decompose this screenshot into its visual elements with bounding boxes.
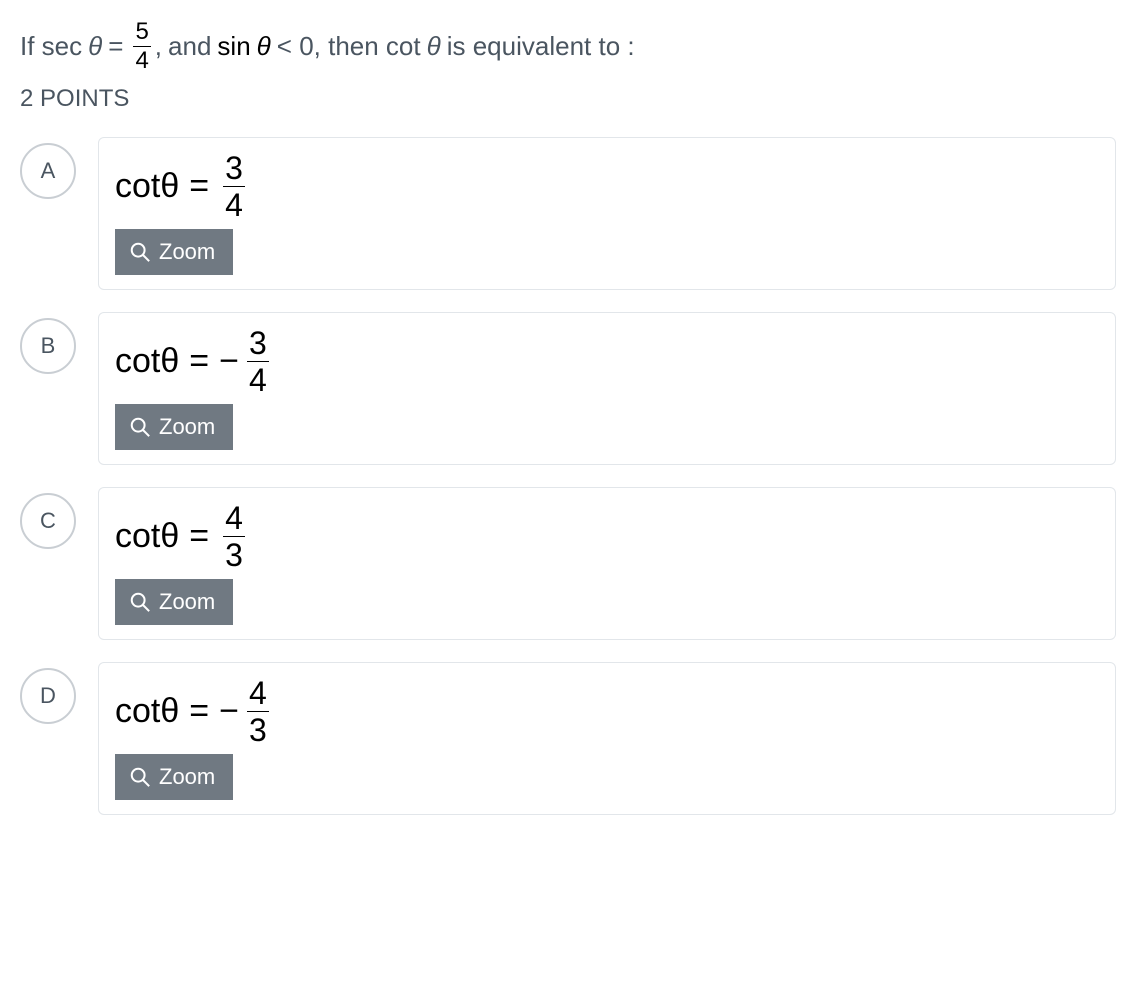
- q-theta2: θ: [257, 26, 271, 68]
- formula-frac: 3 4: [247, 327, 269, 396]
- answer-card[interactable]: cotθ = − 4 3 Zoom: [98, 662, 1116, 815]
- formula-eq: =: [189, 342, 209, 381]
- answer-card[interactable]: cotθ = 3 4 Zoom: [98, 137, 1116, 290]
- q-mid1: and: [168, 26, 211, 68]
- negative-sign: −: [219, 342, 239, 381]
- frac-den: 4: [223, 186, 245, 221]
- formula-frac: 4 3: [223, 502, 245, 571]
- choice-row: A cotθ = 3 4 Zoom: [20, 137, 1116, 290]
- formula-frac: 4 3: [247, 677, 269, 746]
- zoom-label: Zoom: [159, 414, 215, 440]
- formula-lhs: cotθ: [115, 342, 179, 381]
- zoom-label: Zoom: [159, 764, 215, 790]
- frac-den: 3: [247, 711, 269, 746]
- q-suffix: is equivalent to :: [447, 26, 635, 68]
- option-letter-d[interactable]: D: [20, 668, 76, 724]
- q-sin: sin: [217, 26, 250, 68]
- answer-choices: A cotθ = 3 4 Zoom B cotθ = −: [20, 137, 1116, 815]
- formula-frac: 3 4: [223, 152, 245, 221]
- magnifier-icon: [129, 766, 151, 788]
- zoom-button[interactable]: Zoom: [115, 754, 233, 800]
- points-label: 2 POINTS: [20, 85, 1116, 113]
- formula-eq: =: [189, 167, 209, 206]
- zoom-button[interactable]: Zoom: [115, 229, 233, 275]
- formula: cotθ = − 3 4: [115, 327, 1099, 396]
- formula-lhs: cotθ: [115, 517, 179, 556]
- formula-lhs: cotθ: [115, 167, 179, 206]
- answer-card[interactable]: cotθ = 4 3 Zoom: [98, 487, 1116, 640]
- frac-den: 4: [247, 361, 269, 396]
- frac-num: 4: [247, 677, 269, 711]
- choice-row: C cotθ = 4 3 Zoom: [20, 487, 1116, 640]
- frac-num: 4: [223, 502, 245, 536]
- q-theta1: θ: [88, 26, 102, 68]
- q-comma: ,: [155, 26, 162, 68]
- formula: cotθ = − 4 3: [115, 677, 1099, 746]
- negative-sign: −: [219, 692, 239, 731]
- answer-card[interactable]: cotθ = − 3 4 Zoom: [98, 312, 1116, 465]
- formula: cotθ = 4 3: [115, 502, 1099, 571]
- option-letter-b[interactable]: B: [20, 318, 76, 374]
- choice-row: D cotθ = − 4 3 Zoom: [20, 662, 1116, 815]
- formula-eq: =: [189, 692, 209, 731]
- frac-num: 3: [247, 327, 269, 361]
- zoom-button[interactable]: Zoom: [115, 404, 233, 450]
- magnifier-icon: [129, 591, 151, 613]
- q-prefix: If sec: [20, 26, 82, 68]
- frac-num: 3: [223, 152, 245, 186]
- zoom-button[interactable]: Zoom: [115, 579, 233, 625]
- choice-row: B cotθ = − 3 4 Zoom: [20, 312, 1116, 465]
- formula-lhs: cotθ: [115, 692, 179, 731]
- formula: cotθ = 3 4: [115, 152, 1099, 221]
- q-lt: < 0, then cot: [277, 26, 421, 68]
- magnifier-icon: [129, 416, 151, 438]
- option-letter-a[interactable]: A: [20, 143, 76, 199]
- formula-eq: =: [189, 517, 209, 556]
- option-letter-c[interactable]: C: [20, 493, 76, 549]
- q-fraction: 5 4: [133, 20, 150, 73]
- zoom-label: Zoom: [159, 239, 215, 265]
- q-equals: =: [108, 26, 123, 68]
- q-frac-den: 4: [133, 46, 150, 73]
- zoom-label: Zoom: [159, 589, 215, 615]
- q-frac-num: 5: [133, 20, 150, 46]
- question-text: If secθ = 5 4 , and sin θ < 0, then cotθ…: [20, 20, 1116, 73]
- q-theta3: θ: [427, 26, 441, 68]
- frac-den: 3: [223, 536, 245, 571]
- magnifier-icon: [129, 241, 151, 263]
